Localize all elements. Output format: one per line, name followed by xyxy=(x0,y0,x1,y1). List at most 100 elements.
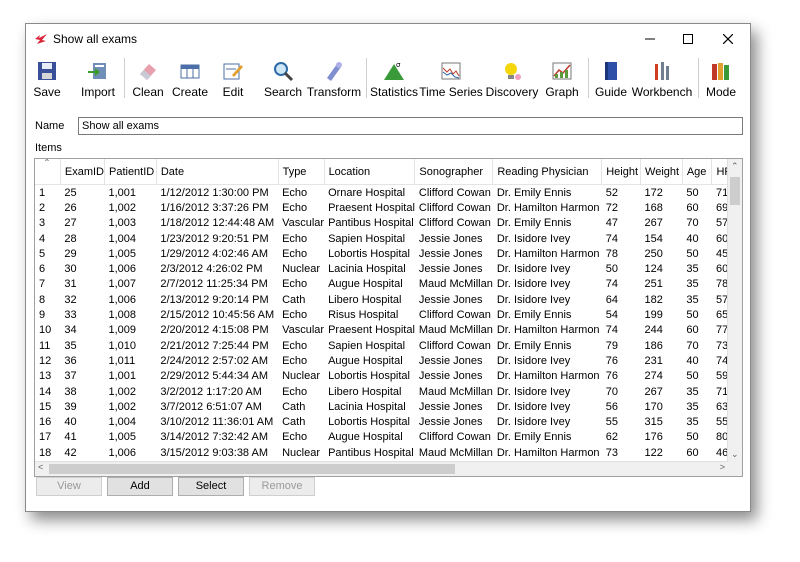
table-cell: 1,002 xyxy=(108,400,137,413)
table-row[interactable]: 15 39 1,002 3/7/2012 6:51:07 AM Cath Lacinia … xyxy=(35,399,742,414)
name-input[interactable]: Show all exams xyxy=(78,117,743,135)
column-header[interactable]: Height xyxy=(601,159,642,185)
workbench-tools-icon xyxy=(655,62,669,80)
table-row[interactable]: 4 28 1,004 1/23/2012 9:20:51 PM Echo Sapien H… xyxy=(35,231,742,246)
statistics-button[interactable]: σ Statistics xyxy=(370,56,418,100)
table-cell: 1,002 xyxy=(108,201,137,214)
table-cell: 1,001 xyxy=(108,186,137,199)
table-cell: Nuclear xyxy=(282,370,320,383)
table-cell: Dr. Emily Ennis xyxy=(496,431,572,444)
table-cell: 37 xyxy=(64,370,77,383)
graph-button[interactable]: Graph xyxy=(544,56,580,100)
table-cell: Dr. Isidore Ivey xyxy=(496,263,571,276)
workbench-button[interactable]: Workbench xyxy=(632,56,692,100)
table-cell: Ornare Hospital xyxy=(328,186,406,199)
table-cell: 1,008 xyxy=(108,309,137,322)
table-cell: 34 xyxy=(64,324,77,337)
table-cell: 2/21/2012 7:25:44 PM xyxy=(160,339,269,352)
table-cell: Dr. Emily Ennis xyxy=(496,309,572,322)
minimize-icon xyxy=(645,38,655,40)
table-cell: 1,006 xyxy=(108,293,137,306)
table-cell: 56 xyxy=(605,400,618,413)
table-row[interactable]: 7 31 1,007 2/7/2012 11:25:34 PM Echo Augue Ho… xyxy=(35,277,742,292)
time-series-button[interactable]: Time Series xyxy=(419,56,483,100)
scroll-left-arrow-icon[interactable]: < xyxy=(38,462,43,472)
table-cell: 41 xyxy=(64,431,77,444)
table-row[interactable]: 16 40 1,004 3/10/2012 11:36:01 AM Cath Lobort… xyxy=(35,414,742,429)
column-header[interactable]: Type xyxy=(278,159,325,185)
table-cell: Maud McMillan xyxy=(418,324,493,337)
edit-button[interactable]: Edit xyxy=(217,56,249,100)
row-number-cell: 18 xyxy=(39,446,52,459)
column-header[interactable]: ExamID xyxy=(60,159,105,185)
table-cell: Lobortis Hospital xyxy=(328,416,410,429)
table-row[interactable]: 8 32 1,006 2/13/2012 9:20:14 PM Cath Libero H… xyxy=(35,292,742,307)
table-cell: Clifford Cowan xyxy=(418,309,491,322)
table-cell: 26 xyxy=(64,201,77,214)
table-row[interactable]: 9 33 1,008 2/15/2012 10:45:56 AM Echo Risus H… xyxy=(35,307,742,322)
discovery-button[interactable]: Discovery xyxy=(486,56,538,100)
table-cell: 38 xyxy=(64,385,77,398)
create-button[interactable]: Create xyxy=(172,56,208,100)
column-header[interactable]: Age xyxy=(682,159,713,185)
name-label: Name xyxy=(35,120,65,132)
table-row[interactable]: 12 36 1,011 2/24/2012 2:57:02 AM Echo Augue H… xyxy=(35,353,742,368)
table-row[interactable]: 10 34 1,009 2/20/2012 4:15:08 PM Vascular Pra… xyxy=(35,323,742,338)
mode-button[interactable]: Mode xyxy=(704,56,738,100)
items-grid[interactable]: ˆ ExamID PatientID Date Type Location Sonograp… xyxy=(34,158,743,477)
scroll-up-arrow-icon[interactable]: ⌃ xyxy=(731,161,739,172)
row-number-header[interactable]: ˆ xyxy=(35,159,61,185)
table-cell: 35 xyxy=(64,339,77,352)
table-row[interactable]: 2 26 1,002 1/16/2012 3:37:26 PM Echo Praesent… xyxy=(35,200,742,215)
table-row[interactable]: 3 27 1,003 1/18/2012 12:44:48 AM Vascular Pan… xyxy=(35,216,742,231)
table-row[interactable]: 17 41 1,005 3/14/2012 7:32:42 AM Echo Augue H… xyxy=(35,430,742,445)
table-cell: 79 xyxy=(605,339,618,352)
column-header[interactable]: Sonographer xyxy=(414,159,494,185)
column-header[interactable]: Weight xyxy=(640,159,683,185)
remove-button[interactable]: Remove xyxy=(249,477,315,496)
column-header[interactable]: Date xyxy=(156,159,279,185)
table-cell: 33 xyxy=(64,309,77,322)
add-button[interactable]: Add xyxy=(107,477,173,496)
guide-button[interactable]: Guide xyxy=(594,56,628,100)
search-button[interactable]: Search xyxy=(264,56,302,100)
toolbar-separator xyxy=(124,58,125,98)
view-button[interactable]: View xyxy=(36,477,102,496)
table-cell: 2/13/2012 9:20:14 PM xyxy=(160,293,269,306)
column-header[interactable]: Location xyxy=(324,159,416,185)
vertical-scroll-thumb[interactable] xyxy=(730,177,740,205)
table-cell: 25 xyxy=(64,186,77,199)
minimize-button[interactable] xyxy=(630,24,670,54)
maximize-button[interactable] xyxy=(668,24,708,54)
table-cell: Vascular xyxy=(282,217,325,230)
svg-text:σ: σ xyxy=(396,61,401,69)
table-cell: Clifford Cowan xyxy=(418,186,491,199)
table-row[interactable]: 1 25 1,001 1/12/2012 1:30:00 PM Echo Ornare H… xyxy=(35,185,742,201)
horizontal-scrollbar[interactable]: < > xyxy=(35,461,728,476)
row-number-cell: 11 xyxy=(39,339,51,352)
table-row[interactable]: 18 42 1,006 3/15/2012 9:03:38 AM Nuclear Pant… xyxy=(35,445,742,460)
select-button[interactable]: Select xyxy=(178,477,244,496)
table-cell: 47 xyxy=(605,217,618,230)
table-cell: 50 xyxy=(686,431,699,444)
vertical-scrollbar[interactable]: ⌃ ⌄ xyxy=(727,159,742,462)
scroll-right-arrow-icon[interactable]: > xyxy=(720,462,725,472)
scroll-down-arrow-icon[interactable]: ⌄ xyxy=(731,449,739,460)
table-row[interactable]: 5 29 1,005 1/29/2012 4:02:46 AM Echo Lobortis… xyxy=(35,246,742,261)
clean-button[interactable]: Clean xyxy=(130,56,166,100)
import-button[interactable]: Import xyxy=(78,56,118,100)
column-header[interactable]: PatientID xyxy=(104,159,157,185)
transform-button[interactable]: Transform xyxy=(307,56,361,100)
table-cell: 50 xyxy=(686,247,699,260)
table-row[interactable]: 6 30 1,006 2/3/2012 4:26:02 PM Nuclear Lacini… xyxy=(35,261,742,276)
table-cell: Nuclear xyxy=(282,263,320,276)
table-cell: 168 xyxy=(644,201,663,214)
column-header[interactable]: Reading Physician xyxy=(492,159,603,185)
table-cell: Pantibus Hospital xyxy=(328,217,414,230)
horizontal-scroll-thumb[interactable] xyxy=(49,464,455,474)
table-row[interactable]: 14 38 1,002 3/2/2012 1:17:20 AM Echo Libero H… xyxy=(35,384,742,399)
save-button[interactable]: Save xyxy=(32,56,62,100)
table-row[interactable]: 11 35 1,010 2/21/2012 7:25:44 PM Echo Sapien … xyxy=(35,338,742,353)
table-row[interactable]: 13 37 1,001 2/29/2012 5:44:34 AM Nuclear Lobo… xyxy=(35,369,742,384)
close-button[interactable] xyxy=(708,24,748,54)
